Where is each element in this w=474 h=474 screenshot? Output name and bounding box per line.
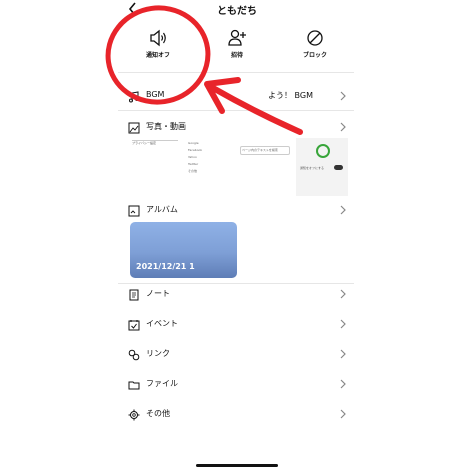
annotation-circle	[105, 5, 211, 105]
home-indicator	[196, 464, 278, 467]
annotation-arrow	[210, 85, 303, 135]
annotation-overlay	[105, 5, 303, 135]
